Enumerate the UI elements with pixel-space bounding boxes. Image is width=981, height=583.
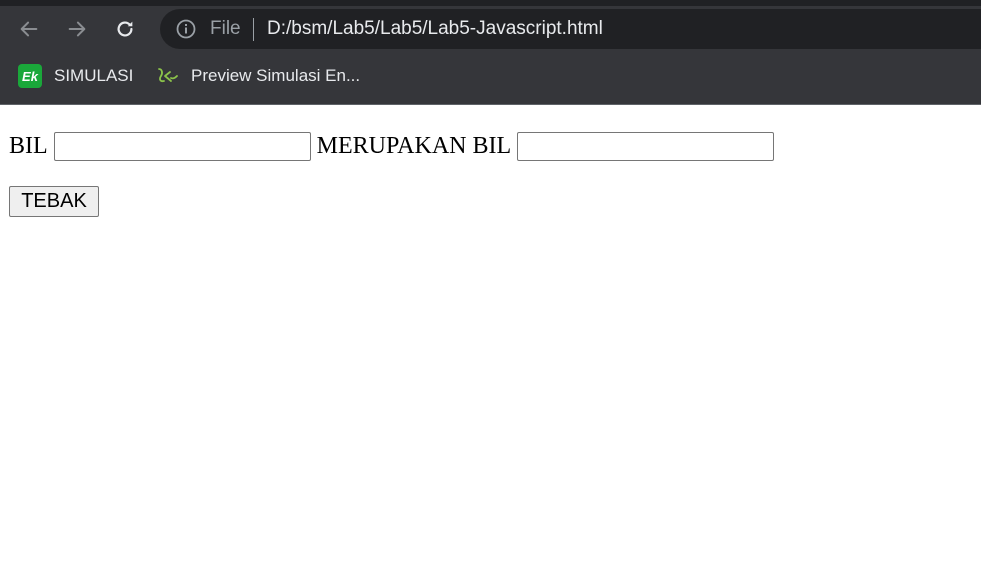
reload-icon <box>117 21 133 37</box>
bookmarks-bar: Ek SIMULASI Preview Simulasi En... <box>0 58 981 94</box>
merupakan-bil-label: MERUPAKAN BIL <box>316 132 512 159</box>
arrow-left-icon <box>20 21 38 37</box>
bookmark-label: Preview Simulasi En... <box>191 66 361 85</box>
bookmark-preview-simulasi[interactable]: Preview Simulasi En... <box>156 58 360 94</box>
guess-form-row: BIL MERUPAKAN BIL <box>9 130 780 162</box>
arrow-right-icon <box>68 21 86 37</box>
file-scheme-label: File <box>210 18 241 39</box>
omnibox-divider <box>253 18 254 41</box>
tebak-button[interactable]: TEBAK <box>9 186 99 217</box>
bil-label: BIL <box>9 132 48 159</box>
info-circle-icon[interactable] <box>176 19 196 39</box>
address-bar[interactable]: File D:/bsm/Lab5/Lab5/Lab5-Javascript.ht… <box>160 9 981 49</box>
reload-button[interactable] <box>108 12 142 46</box>
simulasi-logo-icon <box>158 68 178 83</box>
page-content: BIL MERUPAKAN BIL TEBAK <box>0 105 981 583</box>
result-input[interactable] <box>517 131 775 161</box>
tab-strip-edge <box>0 0 981 6</box>
back-button[interactable] <box>12 12 46 46</box>
browser-toolbar: File D:/bsm/Lab5/Lab5/Lab5-Javascript.ht… <box>0 8 981 50</box>
forward-button[interactable] <box>60 12 94 46</box>
browser-chrome: File D:/bsm/Lab5/Lab5/Lab5-Javascript.ht… <box>0 0 981 105</box>
bookmark-label: SIMULASI <box>54 66 134 85</box>
url-text[interactable]: D:/bsm/Lab5/Lab5/Lab5-Javascript.html <box>267 9 603 49</box>
ek-logo-icon: Ek <box>18 64 42 88</box>
bookmark-simulasi[interactable]: Ek SIMULASI <box>18 58 133 94</box>
bil-input[interactable] <box>53 131 311 161</box>
